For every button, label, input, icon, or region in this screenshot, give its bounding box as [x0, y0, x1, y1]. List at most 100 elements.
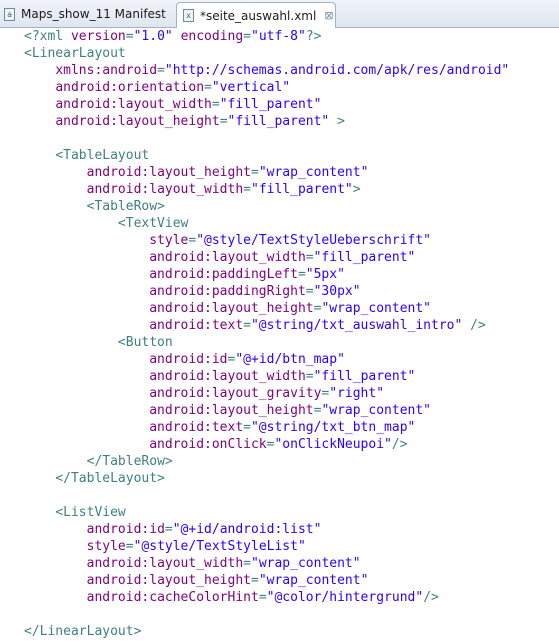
code-token: = [297, 267, 306, 282]
code-token: "onClickNeupoi" [274, 437, 392, 452]
code-line: android:paddingRight="30px" [24, 283, 361, 300]
code-token: = [258, 590, 267, 605]
tab-manifest-label: Maps_show_11 Manifest [21, 7, 166, 21]
tab-manifest[interactable]: a Maps_show_11 Manifest [0, 2, 174, 26]
code-line: <TableLayout [24, 147, 149, 164]
xml-code-editor[interactable]: <?xml version="1.0" encoding="utf-8"?> <L… [0, 28, 559, 641]
code-token: <LinearLayout [24, 46, 126, 61]
code-token: "fill_parent" [313, 250, 416, 265]
code-token: /> [462, 318, 486, 333]
code-token: style [86, 539, 126, 554]
code-token: "@color/hintergrund" [266, 590, 424, 605]
code-token: android:cacheColorHint [86, 590, 259, 605]
code-token: "@style/TextStyleList" [133, 539, 306, 554]
code-token: android:layout_height [86, 165, 251, 180]
code-token: = [125, 539, 134, 554]
code-token: "fill_parent" [227, 114, 330, 129]
code-token: = [243, 318, 251, 333]
code-token: android:layout_width [149, 369, 306, 384]
code-line: android:paddingLeft="5px" [24, 266, 345, 283]
code-token: "wrap_content" [321, 301, 432, 316]
code-token: "30px" [313, 284, 361, 299]
code-token: </TableRow> [86, 454, 173, 469]
code-token: /> [391, 437, 408, 452]
tab-seite-auswahl-label: *seite_auswahl.xml [200, 8, 317, 23]
code-token: android:layout_width [86, 556, 244, 571]
code-token: "right" [329, 386, 385, 401]
code-line: android:layout_height="wrap_content" [24, 300, 431, 317]
android-manifest-icon: a [4, 7, 15, 21]
code-token: android:layout_gravity [149, 386, 322, 401]
code-token: <?xml [24, 29, 71, 44]
code-token: > [329, 114, 345, 129]
code-token: encoding [180, 29, 244, 44]
code-token: android:onClick [149, 437, 267, 452]
code-line: <LinearLayout [24, 45, 126, 62]
tab-seite-auswahl[interactable]: x *seite_auswahl.xml ⊠ [176, 2, 336, 28]
code-token: = [204, 80, 212, 95]
code-token: = [251, 165, 259, 180]
code-line: </TableRow> [24, 453, 173, 470]
code-token: /> [423, 590, 439, 605]
code-token: "wrap_content" [258, 573, 369, 588]
code-token: "@style/TextStyleUeberschrift" [196, 233, 432, 248]
code-line: android:layout_gravity="right" [24, 385, 384, 402]
code-token: <TextView [117, 216, 189, 231]
code-token: "fill_parent" [219, 97, 322, 112]
code-token: android:layout_width [86, 182, 244, 197]
code-token: "@string/txt_auswahl_intro" [250, 318, 463, 333]
code-line: android:layout_width="fill_parent" [24, 249, 415, 266]
code-token: android:paddingRight [149, 284, 306, 299]
code-line: <?xml version="1.0" encoding="utf-8"?> [24, 28, 321, 45]
code-token: "wrap_content" [251, 556, 361, 571]
close-tab-icon[interactable]: ⊠ [324, 9, 333, 22]
code-token: android:layout_width [149, 250, 306, 265]
code-line: android:id="@+id/btn_map" [24, 351, 345, 368]
code-token: <Button [117, 335, 173, 350]
code-line: android:orientation="vertical" [24, 79, 290, 96]
code-line: android:layout_height="wrap_content" [24, 572, 369, 589]
code-line: android:layout_width="fill_parent" [24, 96, 321, 113]
code-token: </TableLayout> [55, 471, 165, 486]
code-line: android:cacheColorHint="@color/hintergru… [24, 589, 439, 606]
code-token: "wrap_content" [258, 165, 369, 180]
code-line: android:id="@+id/android:list" [24, 521, 322, 538]
code-token: = [243, 182, 251, 197]
code-line: <ListView [24, 504, 125, 521]
code-line: android:layout_width="fill_parent" [24, 368, 415, 385]
code-line: <TableRow> [24, 198, 165, 215]
code-token: ?> [305, 29, 322, 44]
code-token: = [243, 556, 251, 571]
code-token: android:paddingLeft [149, 267, 298, 282]
editor-tab-bar: a Maps_show_11 Manifest x *seite_auswahl… [0, 0, 559, 28]
code-token: android:layout_height [149, 301, 314, 316]
code-token: "@string/txt_btn_map" [250, 420, 416, 435]
code-token: android:layout_width [55, 97, 212, 112]
code-line: </LinearLayout> [24, 623, 141, 640]
code-token: = [251, 573, 259, 588]
code-token: android:layout_height [55, 114, 220, 129]
code-token: = [243, 420, 251, 435]
code-token: = [157, 63, 165, 78]
code-token: "1.0" [133, 29, 173, 44]
code-line: style="@style/TextStyleList" [24, 538, 306, 555]
code-token: "wrap_content" [321, 403, 432, 418]
